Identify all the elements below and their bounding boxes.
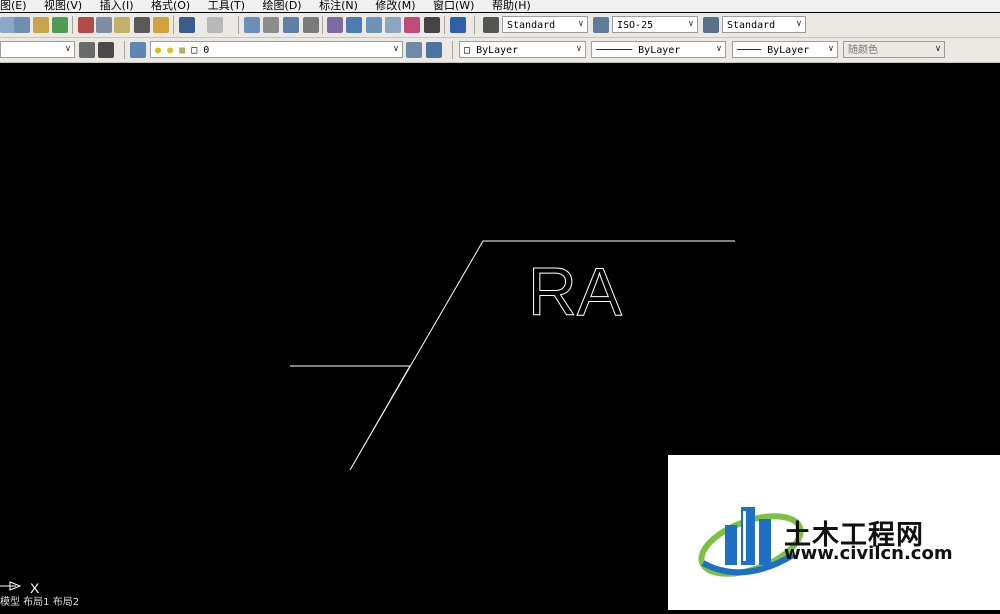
menu-item-format[interactable]: 格式(O) xyxy=(151,0,190,12)
dim-style-icon[interactable] xyxy=(593,17,609,33)
layout-tabs[interactable]: 模型 布局1 布局2 xyxy=(0,597,79,609)
color-swatch-icon: □ xyxy=(191,45,198,56)
chevron-down-icon: ∨ xyxy=(393,44,399,54)
toolbar-separator xyxy=(238,16,239,34)
ucs-x-label: X xyxy=(30,580,40,596)
roughness-text[interactable]: RA xyxy=(528,254,624,331)
dim-style-select[interactable]: ISO-25 ∨ xyxy=(612,16,698,33)
table-style-value: Standard xyxy=(727,20,776,31)
surface-roughness-symbol[interactable] xyxy=(290,240,735,471)
lightbulb-icon: ● xyxy=(155,45,162,56)
paste-icon[interactable] xyxy=(114,17,130,33)
menu-item-tools[interactable]: 工具(T) xyxy=(208,0,245,12)
layer-select[interactable]: ● ● ■ □ 0 ∨ xyxy=(150,41,403,58)
toolbar-separator xyxy=(474,16,475,34)
properties-icon[interactable] xyxy=(327,17,343,33)
pan-icon[interactable] xyxy=(244,17,260,33)
zoom-realtime-icon[interactable] xyxy=(263,17,279,33)
calculator-icon[interactable] xyxy=(424,17,440,33)
line-sample-icon: ──── xyxy=(737,45,762,56)
toolbar-separator xyxy=(72,16,73,34)
lock-icon: ■ xyxy=(179,45,186,56)
text-style-value: Standard xyxy=(507,20,556,31)
menu-item-modify[interactable]: 修改(M) xyxy=(375,0,415,12)
layer-name: 0 xyxy=(203,45,210,56)
standard-toolbar: Standard ∨ ISO-25 ∨ Standard ∨ xyxy=(0,13,1000,38)
menu-item-dimension[interactable]: 标注(N) xyxy=(319,0,358,12)
toolbar-separator xyxy=(173,16,174,34)
menu-item-window[interactable]: 窗口(W) xyxy=(433,0,474,12)
workspace-select[interactable]: ∨ xyxy=(0,41,75,58)
zoom-previous-icon[interactable] xyxy=(303,17,319,33)
color-swatch-icon: □ xyxy=(464,45,471,56)
table-style-icon[interactable] xyxy=(703,17,719,33)
text-style-select[interactable]: Standard ∨ xyxy=(502,16,588,33)
undo-icon[interactable] xyxy=(179,17,195,33)
layer-previous-icon[interactable] xyxy=(426,42,442,58)
ucs-icon xyxy=(0,581,22,591)
zoom-window-icon[interactable] xyxy=(283,17,299,33)
chevron-down-icon: ∨ xyxy=(576,44,582,54)
watermark: 土木工程网 www.civilcn.com xyxy=(668,455,1000,610)
text-style-icon[interactable] xyxy=(483,17,499,33)
block-editor-icon[interactable] xyxy=(153,17,169,33)
chevron-down-icon: ∨ xyxy=(828,44,834,54)
chevron-down-icon: ∨ xyxy=(688,19,694,29)
menu-item-insert[interactable]: 插入(I) xyxy=(100,0,134,12)
toolbar-separator xyxy=(124,41,125,59)
save-icon[interactable] xyxy=(14,17,30,33)
cut-icon[interactable] xyxy=(78,17,94,33)
chevron-down-icon: ∨ xyxy=(716,44,722,54)
color-select[interactable]: □ ByLayer ∨ xyxy=(459,41,586,58)
plot-style-select: 随颜色 ∨ xyxy=(843,41,945,58)
redo-icon[interactable] xyxy=(207,17,223,33)
workspace-settings-icon[interactable] xyxy=(79,42,95,58)
layer-manager-icon[interactable] xyxy=(130,42,146,58)
layers-properties-toolbar: ∨ ● ● ■ □ 0 ∨ □ ByLayer ∨ ────── ByLayer… xyxy=(0,38,1000,63)
save-workspace-icon[interactable] xyxy=(98,42,114,58)
menu-item-view[interactable]: 视图(V) xyxy=(44,0,82,12)
dim-style-value: ISO-25 xyxy=(617,20,654,31)
lineweight-select[interactable]: ──── ByLayer ∨ xyxy=(732,41,838,58)
chevron-down-icon: ∨ xyxy=(578,19,584,29)
chevron-down-icon: ∨ xyxy=(65,44,71,54)
line-sample-icon: ────── xyxy=(596,45,633,56)
table-style-select[interactable]: Standard ∨ xyxy=(722,16,806,33)
lineweight-value: ByLayer xyxy=(767,45,810,56)
make-current-layer-icon[interactable] xyxy=(406,42,422,58)
copy-icon[interactable] xyxy=(96,17,112,33)
menu-item-help[interactable]: 帮助(H) xyxy=(492,0,531,12)
markup-icon[interactable] xyxy=(404,17,420,33)
tool-palettes-icon[interactable] xyxy=(366,17,382,33)
toolbar-separator xyxy=(444,16,445,34)
menu-item-draw[interactable]: 绘图(D) xyxy=(263,0,302,12)
design-center-icon[interactable] xyxy=(346,17,362,33)
chevron-down-icon: ∨ xyxy=(796,19,802,29)
linetype-value: ByLayer xyxy=(638,45,681,56)
publish-icon[interactable] xyxy=(52,17,68,33)
toolbar-separator xyxy=(452,41,453,59)
menu-item-edit[interactable]: 图(E) xyxy=(0,0,27,12)
linetype-select[interactable]: ────── ByLayer ∨ xyxy=(591,41,726,58)
print-icon[interactable] xyxy=(33,17,49,33)
menu-bar: 图(E) 视图(V) 插入(I) 格式(O) 工具(T) 绘图(D) 标注(N)… xyxy=(0,0,1000,12)
help-icon[interactable] xyxy=(450,17,466,33)
match-properties-icon[interactable] xyxy=(134,17,150,33)
color-value: ByLayer xyxy=(476,45,519,56)
site-url: www.civilcn.com xyxy=(784,543,953,564)
sun-icon: ● xyxy=(167,45,174,56)
toolbar-separator xyxy=(322,16,323,34)
plot-style-value: 随颜色 xyxy=(848,45,878,56)
chevron-down-icon: ∨ xyxy=(934,44,942,54)
sheet-set-icon[interactable] xyxy=(385,17,401,33)
